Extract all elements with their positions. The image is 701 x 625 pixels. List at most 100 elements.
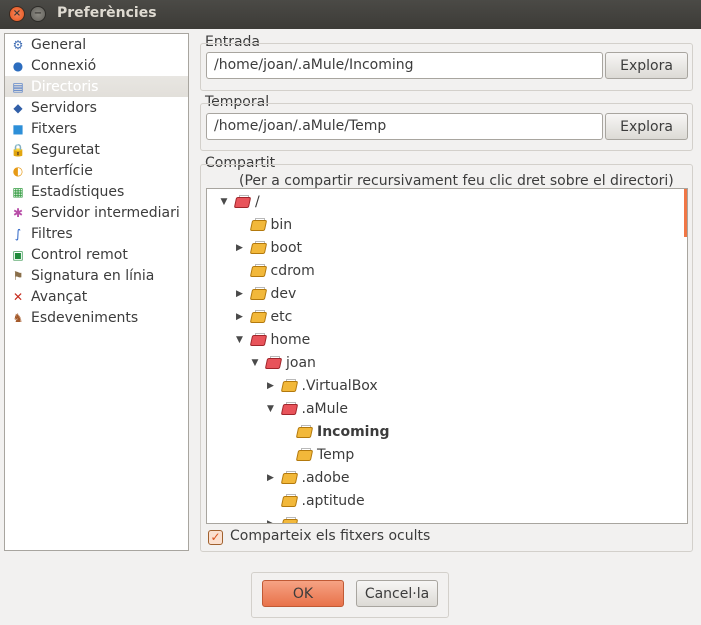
folder-icon <box>249 241 267 254</box>
tree-row[interactable]: ▼ / <box>219 190 260 213</box>
tree-row[interactable]: .aptitude <box>266 489 365 512</box>
tree-row-label: joan <box>286 354 316 371</box>
sidebar-item-9[interactable]: ∫ Filtres <box>5 223 188 244</box>
sidebar-item-label: Servidors <box>31 99 97 116</box>
sidebar-item-7[interactable]: ▦ Estadístiques <box>5 181 188 202</box>
shared-directory-tree[interactable]: ▼ / bin ▶ boot cdrom ▶ dev ▶ etc ▼ home ▼ joan ▶ .Virtu… <box>206 188 688 524</box>
servers-icon: ◆ <box>13 100 23 115</box>
expander-expanded-icon[interactable]: ▼ <box>266 404 276 414</box>
folder-icon <box>249 310 267 323</box>
sidebar-item-label: Fitxers <box>31 120 77 137</box>
tree-row[interactable]: ▶ dev <box>235 282 297 305</box>
tree-row[interactable]: ▶ boot <box>235 236 303 259</box>
folder-icon <box>249 218 267 231</box>
proxy-icon: ✱ <box>12 205 24 220</box>
tree-row[interactable]: ▼ joan <box>250 351 316 374</box>
incoming-browse-button[interactable]: Explora <box>605 52 688 79</box>
sidebar-item-11[interactable]: ⚑ Signatura en línia <box>5 265 188 286</box>
sidebar-item-label: Directoris <box>31 78 99 95</box>
ok-button[interactable]: OK <box>262 580 344 607</box>
expander-collapsed-icon[interactable]: ▶ <box>266 519 276 524</box>
events-icon: ♞ <box>12 310 24 325</box>
cancel-button[interactable]: Cancel·la <box>356 580 438 607</box>
sidebar-item-12[interactable]: ✕ Avançat <box>5 286 188 307</box>
tree-row[interactable]: cdrom <box>235 259 315 282</box>
tree-row-label: dev <box>270 285 297 302</box>
lock-icon: 🔒 <box>10 142 26 157</box>
sidebar-item-4[interactable]: ■ Fitxers <box>5 118 188 139</box>
general-icon: ⚙ <box>12 37 24 52</box>
folder-icon <box>280 494 298 507</box>
tree-row[interactable]: ▼ home <box>235 328 311 351</box>
sidebar-item-2[interactable]: ▤ Directoris <box>5 76 188 97</box>
shared-folder-icon <box>264 356 283 369</box>
folder-icon <box>249 264 267 277</box>
expander-collapsed-icon[interactable]: ▶ <box>266 473 276 483</box>
statistics-icon: ▦ <box>12 184 24 199</box>
tree-row[interactable]: ▶ .VirtualBox <box>266 374 378 397</box>
minimize-icon[interactable]: − <box>30 6 46 22</box>
expander-collapsed-icon[interactable]: ▶ <box>266 381 276 391</box>
tree-row[interactable]: ▶ etc <box>235 305 292 328</box>
sidebar-item-label: General <box>31 36 87 53</box>
sidebar-item-label: Signatura en línia <box>31 267 155 284</box>
expander-collapsed-icon[interactable]: ▶ <box>235 312 245 322</box>
tree-row-label: Incoming <box>317 423 390 440</box>
tree-row[interactable]: Temp <box>281 443 354 466</box>
folder-icon <box>280 471 298 484</box>
tree-row-label: .adobe <box>301 469 350 486</box>
filter-icon: ∫ <box>14 226 22 241</box>
sidebar-item-8[interactable]: ✱ Servidor intermediari <box>5 202 188 223</box>
temp-path-input[interactable]: /home/joan/.aMule/Temp <box>206 113 603 140</box>
connection-icon: ● <box>12 58 24 73</box>
tree-row-label: .VirtualBox <box>301 377 378 394</box>
expander-expanded-icon[interactable]: ▼ <box>250 358 260 368</box>
folder-icon <box>280 379 298 392</box>
folder-icon <box>280 517 298 523</box>
shared-folder-icon <box>280 402 298 415</box>
close-icon[interactable]: × <box>9 6 25 22</box>
sidebar-item-10[interactable]: ▣ Control remot <box>5 244 188 265</box>
advanced-icon: ✕ <box>12 289 24 304</box>
title-bar: × − Preferències <box>0 0 701 29</box>
share-hidden-checkbox[interactable]: ✓ <box>208 530 223 545</box>
sidebar-item-label: Connexió <box>31 57 97 74</box>
remote-control-icon: ▣ <box>12 247 24 262</box>
sidebar-item-label: Control remot <box>31 246 128 263</box>
sidebar-item-label: Seguretat <box>31 141 100 158</box>
category-list: ⚙ General ● Connexió ▤ Directoris ◆ Servidors ■ F… <box>4 33 189 551</box>
tree-row[interactable]: ▼ .aMule <box>266 397 348 420</box>
sidebar-item-label: Filtres <box>31 225 73 242</box>
incoming-path-input[interactable]: /home/joan/.aMule/Incoming <box>206 52 603 79</box>
tree-row-label: .aMule <box>301 400 348 417</box>
expander-collapsed-icon[interactable]: ▶ <box>235 289 245 299</box>
tree-row-label: bin <box>270 216 293 233</box>
tree-row-label: boot <box>270 239 303 256</box>
tree-row[interactable]: ▶ .adobe <box>266 466 350 489</box>
tree-scrollbar-thumb[interactable] <box>684 189 687 237</box>
sidebar-item-label: Esdeveniments <box>31 309 139 326</box>
directories-icon: ▤ <box>12 79 24 94</box>
sidebar-item-label: Avançat <box>31 288 88 305</box>
expander-collapsed-icon[interactable]: ▶ <box>235 243 245 253</box>
shared-hint: (Per a compartir recursivament feu clic … <box>239 173 674 189</box>
expander-expanded-icon[interactable]: ▼ <box>219 197 229 207</box>
temp-browse-button[interactable]: Explora <box>605 113 688 140</box>
tree-row-label: home <box>270 331 311 348</box>
sidebar-item-3[interactable]: ◆ Servidors <box>5 97 188 118</box>
sidebar-item-label: Interfície <box>31 162 93 179</box>
window-title: Preferències <box>57 5 157 21</box>
sidebar-item-5[interactable]: 🔒 Seguretat <box>5 139 188 160</box>
sidebar-item-1[interactable]: ● Connexió <box>5 55 188 76</box>
folder-icon <box>295 425 314 438</box>
sidebar-item-0[interactable]: ⚙ General <box>5 34 188 55</box>
sidebar-item-6[interactable]: ◐ Interfície <box>5 160 188 181</box>
tree-row[interactable]: Incoming <box>281 420 389 443</box>
expander-expanded-icon[interactable]: ▼ <box>235 335 245 345</box>
share-hidden-label[interactable]: Comparteix els fitxers ocults <box>230 528 430 544</box>
sidebar-item-13[interactable]: ♞ Esdeveniments <box>5 307 188 328</box>
tree-row[interactable]: bin <box>235 213 293 236</box>
files-icon: ■ <box>12 121 24 136</box>
folder-icon <box>249 287 267 300</box>
tree-row-partial[interactable]: ▶ <box>266 512 302 524</box>
